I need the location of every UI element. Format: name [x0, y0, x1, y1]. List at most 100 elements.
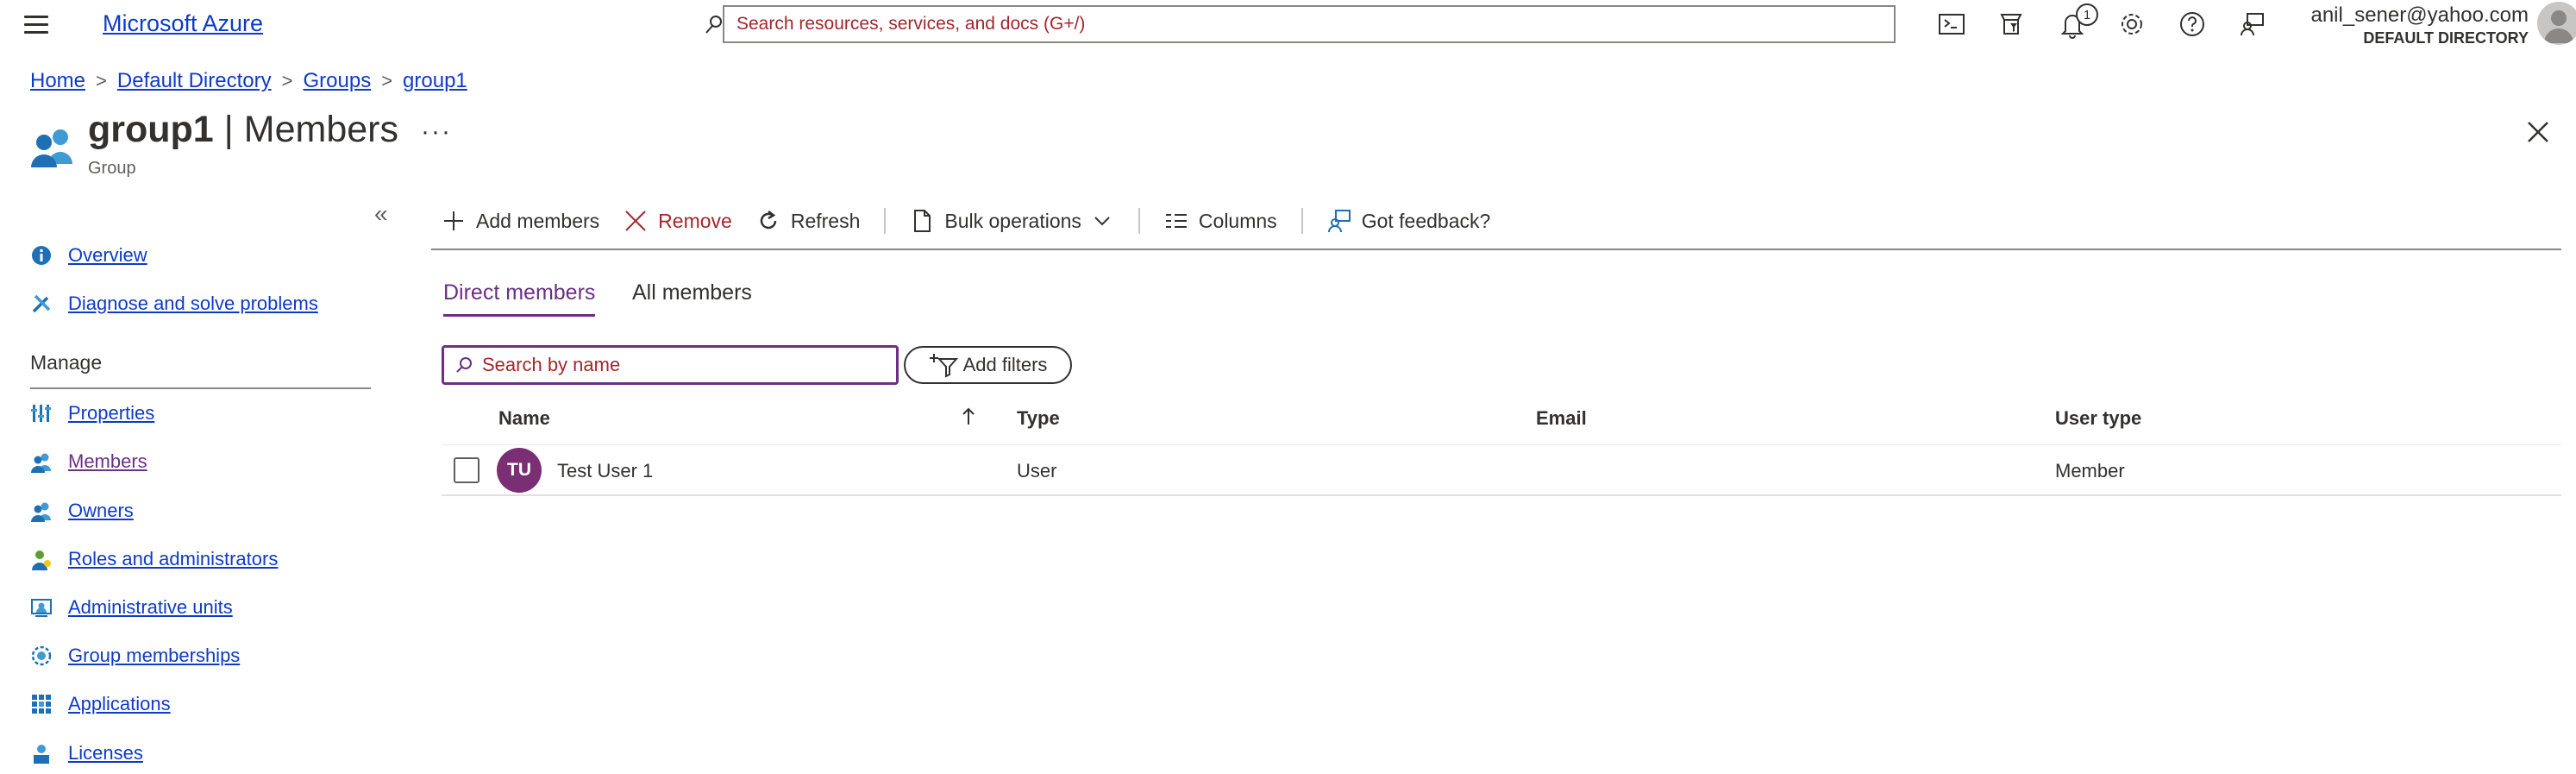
remove-label: Remove	[658, 209, 732, 232]
refresh-label: Refresh	[790, 209, 861, 232]
page-title-name: group1	[88, 109, 214, 150]
toolbar-divider	[1301, 208, 1303, 234]
column-header-name[interactable]: Name	[498, 407, 550, 430]
group-icon	[29, 126, 76, 167]
more-options-icon[interactable]: ···	[421, 117, 452, 147]
collapse-sidebar-icon[interactable]: «	[374, 200, 388, 228]
document-icon	[914, 210, 931, 232]
admin-units-icon	[30, 596, 53, 619]
toolbar-divider	[1138, 208, 1140, 234]
refresh-icon	[760, 211, 777, 230]
member-search-box[interactable]	[442, 345, 899, 385]
remove-button[interactable]: Remove	[624, 209, 732, 233]
remove-x-icon	[625, 211, 646, 231]
global-search-input[interactable]	[724, 7, 1894, 41]
chevron-right-icon: >	[281, 70, 293, 91]
sidebar-item-label: Overview	[68, 244, 147, 266]
add-members-button[interactable]: Add members	[442, 209, 599, 233]
notifications-icon[interactable]: 1	[2057, 3, 2098, 40]
search-icon	[702, 12, 724, 38]
properties-icon	[30, 402, 53, 425]
help-icon[interactable]	[2177, 9, 2208, 40]
info-icon	[30, 244, 53, 267]
notification-count-badge: 1	[2076, 3, 2098, 26]
cloud-shell-icon[interactable]	[1936, 9, 1967, 40]
account-avatar-icon[interactable]	[2537, 2, 2576, 45]
tab-all-members[interactable]: All members	[632, 280, 752, 305]
sidebar-item-label: Administrative units	[68, 596, 233, 618]
column-header-type[interactable]: Type	[1017, 407, 1060, 430]
menu-icon[interactable]	[24, 16, 48, 35]
divider	[30, 387, 371, 389]
cell-user-type: Member	[2055, 460, 2125, 481]
sort-ascending-icon[interactable]	[959, 406, 978, 428]
breadcrumb-group1[interactable]: group1	[403, 69, 467, 92]
refresh-button[interactable]: Refresh	[756, 209, 861, 233]
brand-link[interactable]: Microsoft Azure	[103, 10, 263, 37]
chevron-right-icon: >	[381, 70, 393, 91]
sidebar-item-label: Roles and administrators	[68, 548, 279, 569]
account-email[interactable]: anil_sener@yahoo.com	[2310, 3, 2529, 28]
directory-filter-icon[interactable]	[1996, 9, 2027, 40]
breadcrumb: Home > Default Directory > Groups > group1	[30, 69, 467, 93]
members-icon	[30, 450, 53, 473]
feedback-icon[interactable]	[2237, 9, 2268, 40]
top-bar: Microsoft Azure 1 anil_sener@yahoo.com D…	[0, 0, 2576, 52]
feedback-label: Got feedback?	[1361, 209, 1491, 232]
sidebar-item-applications[interactable]: Applications	[30, 689, 171, 720]
add-members-label: Add members	[476, 209, 600, 232]
divider	[442, 444, 2561, 445]
bulk-operations-button[interactable]: Bulk operations	[910, 209, 1114, 233]
sidebar-item-label: Properties	[68, 402, 155, 424]
avatar: TU	[497, 448, 542, 493]
sidebar-item-roles[interactable]: Roles and administrators	[30, 544, 278, 575]
applications-icon	[30, 693, 53, 715]
member-search-input[interactable]	[480, 353, 896, 377]
sidebar-item-administrative-units[interactable]: Administrative units	[30, 592, 233, 623]
sidebar-item-diagnose[interactable]: Diagnose and solve problems	[30, 288, 318, 319]
plus-icon	[444, 211, 463, 230]
sidebar-item-licenses[interactable]: Licenses	[30, 738, 143, 769]
sidebar-item-properties[interactable]: Properties	[30, 398, 154, 429]
close-icon[interactable]	[2523, 117, 2553, 147]
column-header-user-type[interactable]: User type	[2055, 407, 2141, 430]
feedback-button[interactable]: Got feedback?	[1327, 209, 1491, 233]
breadcrumb-groups[interactable]: Groups	[303, 69, 371, 92]
columns-label: Columns	[1198, 209, 1277, 232]
licenses-icon	[30, 742, 53, 765]
toolbar-divider	[884, 208, 887, 234]
wrench-icon	[30, 293, 53, 315]
sidebar-item-label: Licenses	[68, 742, 143, 764]
add-filters-button[interactable]: Add filters	[904, 346, 1072, 384]
sidebar-item-overview[interactable]: Overview	[30, 240, 147, 271]
columns-icon	[1165, 214, 1187, 228]
bulk-operations-label: Bulk operations	[944, 209, 1081, 232]
page-title-section: | Members	[223, 109, 398, 150]
page-subtitle: Group	[88, 159, 136, 178]
page-title: group1 | Members	[88, 109, 398, 151]
add-filters-label: Add filters	[962, 354, 1048, 375]
sidebar-item-owners[interactable]: Owners	[30, 495, 134, 526]
sidebar-item-group-memberships[interactable]: Group memberships	[30, 640, 240, 671]
roles-icon	[30, 548, 53, 570]
tab-direct-members[interactable]: Direct members	[443, 280, 595, 305]
breadcrumb-home[interactable]: Home	[30, 69, 85, 92]
breadcrumb-default-directory[interactable]: Default Directory	[117, 69, 272, 92]
account-directory[interactable]: DEFAULT DIRECTORY	[2363, 29, 2529, 47]
sidebar-item-label: Group memberships	[68, 645, 241, 666]
column-header-email[interactable]: Email	[1536, 407, 1587, 430]
active-tab-indicator	[443, 314, 595, 317]
command-bar: Add members Remove Refresh Bulk operatio…	[442, 204, 1514, 238]
settings-icon[interactable]	[2116, 9, 2147, 40]
row-checkbox[interactable]	[454, 457, 479, 483]
sidebar-item-label: Applications	[68, 693, 171, 714]
sidebar-item-members[interactable]: Members	[30, 446, 147, 477]
cell-type: User	[1017, 460, 1057, 481]
divider	[431, 249, 2561, 250]
owners-icon	[30, 500, 53, 522]
chevron-down-icon	[1094, 217, 1110, 226]
feedback-person-icon	[1327, 210, 1351, 233]
columns-button[interactable]: Columns	[1164, 209, 1277, 233]
cell-name[interactable]: Test User 1	[557, 460, 653, 482]
global-search-box[interactable]	[723, 5, 1896, 43]
